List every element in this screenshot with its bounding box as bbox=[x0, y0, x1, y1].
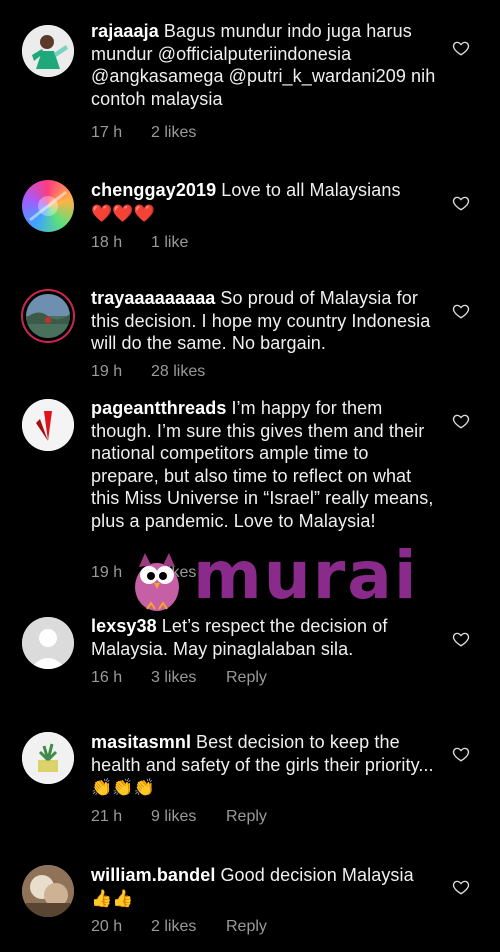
reply-button[interactable]: Reply bbox=[226, 669, 267, 687]
comment-text: rajaaaja Bagus mundur indo juga harus mun… bbox=[91, 20, 441, 110]
avatar-image bbox=[22, 732, 74, 784]
comment-likes[interactable]: 3 likes bbox=[151, 669, 226, 687]
comment-username[interactable]: rajaaaja bbox=[91, 21, 159, 41]
comment-meta: 16 h 3 likes Reply bbox=[91, 669, 267, 687]
comment-likes[interactable]: 2 likes bbox=[151, 918, 226, 936]
comment-meta: 17 h 2 likes bbox=[91, 124, 226, 142]
like-heart-icon[interactable] bbox=[452, 302, 470, 320]
comment-time: 21 h bbox=[91, 808, 123, 825]
comment-emoji: 👏👏👏 bbox=[91, 778, 155, 797]
comment-meta: 19 h 28 likes bbox=[91, 363, 226, 381]
comment-username[interactable]: lexsy38 bbox=[91, 616, 157, 636]
avatar[interactable] bbox=[22, 865, 74, 917]
like-heart-icon[interactable] bbox=[452, 630, 470, 648]
comment-meta: 20 h 2 likes Reply bbox=[91, 918, 267, 936]
like-heart-icon[interactable] bbox=[452, 878, 470, 896]
like-heart-icon[interactable] bbox=[452, 39, 470, 57]
watermark: murai bbox=[125, 537, 416, 615]
comment-emoji: 👍👍 bbox=[91, 888, 134, 908]
like-heart-icon[interactable] bbox=[452, 745, 470, 763]
comment-username[interactable]: chenggay2019 bbox=[91, 180, 216, 200]
reply-button[interactable]: Reply bbox=[226, 808, 267, 826]
avatar-story-ring[interactable] bbox=[21, 289, 75, 343]
avatar-image bbox=[22, 865, 74, 917]
avatar-image bbox=[22, 399, 74, 451]
watermark-text: murai bbox=[193, 537, 419, 614]
like-heart-icon[interactable] bbox=[452, 194, 470, 212]
comment-username[interactable]: pageantthreads bbox=[91, 398, 226, 418]
comment-meta: 18 h 1 like bbox=[91, 234, 226, 252]
avatar[interactable] bbox=[22, 180, 74, 232]
comment-text: chenggay2019 Love to all Malaysians ❤️❤️❤️ bbox=[91, 179, 441, 225]
comment-time: 17 h bbox=[91, 124, 123, 141]
comment-emoji: ❤️❤️❤️ bbox=[91, 203, 155, 223]
comment-text: pageantthreads I’m happy for them though.… bbox=[91, 397, 441, 532]
comment-meta: 21 h 9 likes Reply bbox=[91, 808, 267, 826]
avatar[interactable] bbox=[22, 617, 74, 669]
comment-time: 18 h bbox=[91, 234, 123, 251]
like-heart-icon[interactable] bbox=[452, 412, 470, 430]
avatar[interactable] bbox=[22, 399, 74, 451]
comment-username[interactable]: william.bandel bbox=[91, 865, 215, 885]
avatar[interactable] bbox=[22, 732, 74, 784]
comment-text: masitasmnl Best decision to keep the heal… bbox=[91, 731, 441, 800]
avatar-image bbox=[26, 294, 70, 338]
comment-time: 19 h bbox=[91, 363, 123, 380]
comment-time: 20 h bbox=[91, 918, 123, 935]
default-avatar-icon bbox=[22, 617, 74, 669]
avatar-image bbox=[22, 25, 74, 77]
comment-likes[interactable]: 9 likes bbox=[151, 808, 226, 826]
comment-text: william.bandel Good decision Malaysia 👍👍 bbox=[91, 864, 441, 910]
comment-body: Good decision Malaysia bbox=[220, 865, 414, 885]
comment-time: 16 h bbox=[91, 669, 123, 686]
reply-button[interactable]: Reply bbox=[226, 918, 267, 936]
comment-username[interactable]: trayaaaaaaaaa bbox=[91, 288, 215, 308]
comment-body: Love to all Malaysians bbox=[221, 180, 401, 200]
comment-text: trayaaaaaaaaa So proud of Malaysia for th… bbox=[91, 287, 441, 355]
comment-text: lexsy38 Let’s respect the decision of Mal… bbox=[91, 615, 441, 660]
comment-likes[interactable]: 1 like bbox=[151, 234, 226, 252]
comment-username[interactable]: masitasmnl bbox=[91, 732, 191, 752]
avatar[interactable] bbox=[22, 25, 74, 77]
comment-likes[interactable]: 2 likes bbox=[151, 124, 226, 142]
comment-likes[interactable]: 28 likes bbox=[151, 363, 226, 381]
avatar-image bbox=[29, 190, 67, 222]
